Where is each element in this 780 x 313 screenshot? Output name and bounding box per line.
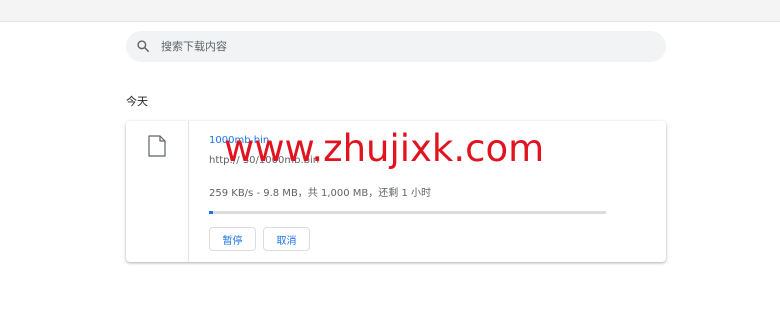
- watermark-text: www.zhujixk.com: [224, 127, 545, 170]
- download-status-text: 259 KB/s - 9.8 MB，共 1,000 MB，还剩 1 小时: [209, 188, 431, 199]
- cancel-button[interactable]: 取消: [263, 227, 310, 251]
- download-progress-bar: [209, 211, 606, 214]
- file-icon: [148, 135, 166, 157]
- pause-button[interactable]: 暂停: [209, 227, 256, 251]
- download-item-icon-column: [126, 121, 189, 262]
- search-input[interactable]: [161, 36, 641, 57]
- search-icon[interactable]: [136, 39, 150, 53]
- search-bar[interactable]: [126, 31, 666, 62]
- date-section-heading: 今天: [126, 95, 148, 108]
- download-progress-fill: [209, 211, 213, 214]
- browser-top-bar: [0, 0, 780, 22]
